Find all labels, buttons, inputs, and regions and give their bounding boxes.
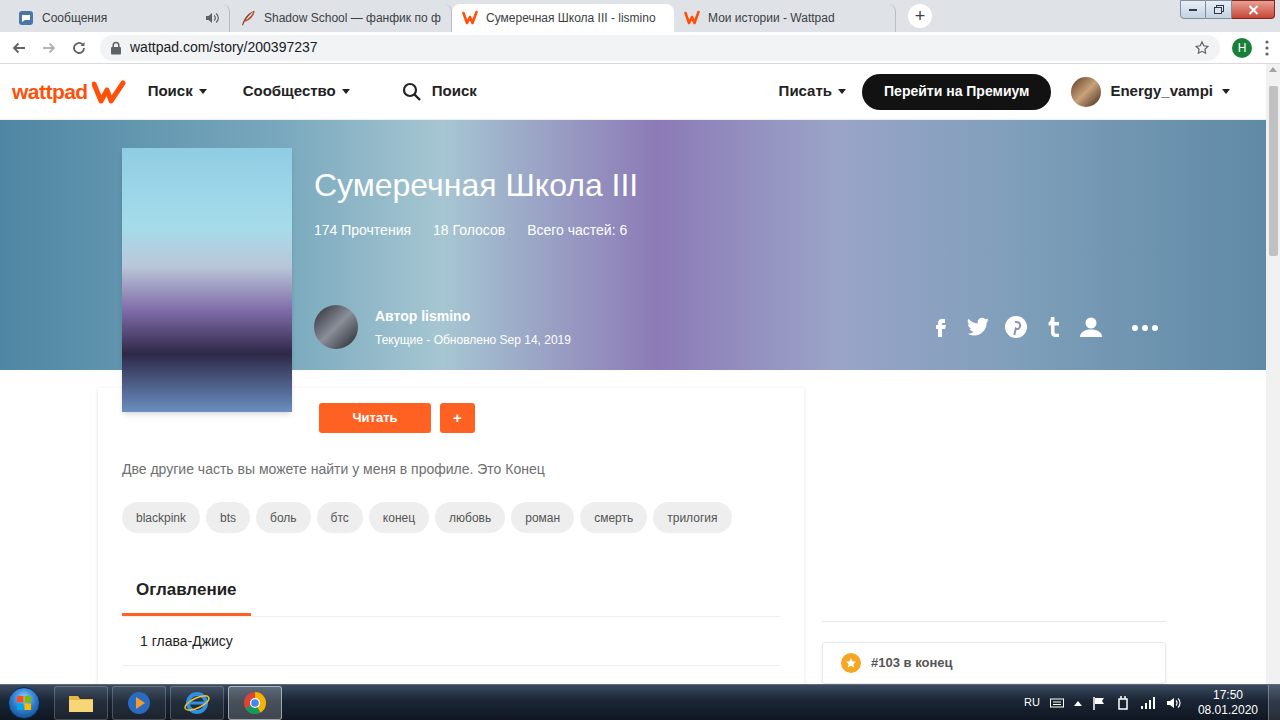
browser-tab[interactable]: Сумеречная Школа III - lismino bbox=[452, 4, 674, 32]
forward-icon[interactable] bbox=[40, 39, 58, 57]
story-tag[interactable]: боль bbox=[256, 502, 311, 533]
ranking-text: #103 в конец bbox=[871, 653, 953, 673]
windows-logo-icon bbox=[16, 695, 32, 711]
scroll-up-icon[interactable] bbox=[1269, 66, 1277, 72]
maximize-icon[interactable] bbox=[1206, 0, 1232, 19]
write-menu[interactable]: Писать bbox=[779, 80, 846, 103]
add-to-list-button[interactable]: + bbox=[440, 403, 475, 433]
premium-button[interactable]: Перейти на Премиум bbox=[862, 74, 1051, 110]
minimize-icon[interactable] bbox=[1180, 0, 1206, 19]
tumblr-icon[interactable] bbox=[1042, 315, 1064, 339]
story-stat: 174 Прочтения bbox=[314, 220, 411, 241]
reload-icon[interactable] bbox=[70, 39, 88, 57]
profile-avatar[interactable]: H bbox=[1232, 38, 1252, 58]
close-icon[interactable] bbox=[1232, 0, 1275, 19]
story-tag[interactable]: трилогия bbox=[653, 502, 731, 533]
scrollbar[interactable] bbox=[1266, 64, 1280, 684]
story-tag[interactable]: конец bbox=[369, 502, 429, 533]
story-updated: Текущие - Обновлено Sep 14, 2019 bbox=[375, 331, 571, 349]
site-header: wattpad Поиск Сообщество Поиск Писать Пер… bbox=[0, 64, 1266, 120]
user-menu[interactable]: Energy_vampi bbox=[1071, 77, 1230, 107]
tray-arrow-icon[interactable] bbox=[1074, 700, 1082, 706]
media-player-button[interactable] bbox=[112, 686, 166, 720]
window-controls bbox=[1180, 0, 1280, 32]
author-name[interactable]: Автор lismino bbox=[375, 306, 571, 327]
story-stat: 18 Голосов bbox=[433, 220, 505, 241]
wattpad-favicon-icon bbox=[462, 10, 478, 26]
story-description: Две другие часть вы можете найти у меня … bbox=[122, 459, 780, 480]
story-tag[interactable]: bts bbox=[206, 502, 250, 533]
nav-menu[interactable]: Поиск bbox=[148, 80, 207, 103]
story-title: Сумеречная Школа III bbox=[314, 166, 1160, 204]
volume-icon[interactable] bbox=[1166, 696, 1182, 710]
story-banner: Сумеречная Школа III 174 Прочтения 18 Гол… bbox=[0, 120, 1266, 370]
search-icon bbox=[402, 82, 422, 102]
bookmark-star-icon[interactable] bbox=[1194, 40, 1210, 56]
user-icon[interactable] bbox=[1078, 315, 1104, 339]
url-text: wattpad.com/story/200397237 bbox=[130, 37, 318, 58]
caret-icon bbox=[1222, 89, 1230, 94]
power-icon[interactable] bbox=[1116, 696, 1130, 710]
search-field[interactable]: Поиск bbox=[402, 80, 477, 103]
ficbook-favicon-icon bbox=[240, 10, 256, 26]
system-tray: RU 17:50 08.01.2020 bbox=[1024, 688, 1268, 718]
story-stat: Всего частей: 6 bbox=[527, 220, 627, 241]
wattpad-favicon-icon bbox=[684, 10, 700, 26]
story-tag[interactable]: blackpink bbox=[122, 502, 200, 533]
explorer-button[interactable] bbox=[54, 686, 108, 720]
media-player-icon bbox=[126, 690, 152, 716]
start-button[interactable] bbox=[8, 687, 40, 719]
read-button[interactable]: Читать bbox=[319, 403, 431, 433]
messages-favicon-icon bbox=[18, 10, 34, 26]
internet-explorer-icon bbox=[183, 690, 211, 716]
taskbar: RU 17:50 08.01.2020 bbox=[0, 684, 1280, 720]
show-desktop-button[interactable] bbox=[1268, 685, 1280, 720]
share-bar bbox=[928, 315, 1160, 339]
caret-icon bbox=[342, 89, 350, 94]
ranking-card[interactable]: #103 в конец bbox=[822, 642, 1166, 684]
story-card: Читать + Две другие часть вы можете найт… bbox=[98, 388, 804, 684]
story-tag[interactable]: смерть bbox=[580, 502, 647, 533]
toolbar: wattpad.com/story/200397237 H bbox=[0, 32, 1280, 64]
language-indicator[interactable]: RU bbox=[1024, 694, 1040, 711]
menu-dots-icon[interactable] bbox=[1264, 39, 1270, 57]
omnibox[interactable]: wattpad.com/story/200397237 bbox=[100, 35, 1220, 61]
new-tab-button[interactable]: + bbox=[908, 4, 932, 28]
ie-button[interactable] bbox=[170, 686, 224, 720]
back-icon[interactable] bbox=[10, 39, 28, 57]
more-dots-icon[interactable] bbox=[1130, 315, 1160, 339]
browser-tab[interactable]: Сообщения bbox=[8, 4, 230, 32]
chapter-row[interactable]: 1 глава-Джису bbox=[122, 617, 780, 666]
story-tag[interactable]: бтс bbox=[317, 502, 363, 533]
chrome-icon bbox=[242, 690, 268, 716]
nav-menu[interactable]: Сообщество bbox=[243, 80, 350, 103]
action-center-flag-icon[interactable] bbox=[1092, 696, 1106, 710]
lock-icon bbox=[110, 41, 122, 55]
story-tag[interactable]: роман bbox=[511, 502, 574, 533]
wattpad-logo[interactable]: wattpad bbox=[12, 76, 126, 108]
browser-tab[interactable]: Shadow School — фанфик по ф bbox=[230, 4, 452, 32]
author-avatar[interactable] bbox=[314, 305, 358, 349]
chrome-button[interactable] bbox=[228, 686, 282, 720]
user-avatar bbox=[1071, 77, 1101, 107]
ad-slot bbox=[822, 388, 1166, 622]
speaker-icon[interactable] bbox=[205, 12, 219, 24]
network-signal-icon[interactable] bbox=[1140, 696, 1156, 710]
clock[interactable]: 17:50 08.01.2020 bbox=[1198, 688, 1258, 718]
caret-icon bbox=[838, 89, 846, 94]
pinterest-icon[interactable] bbox=[1004, 315, 1028, 339]
scroll-thumb[interactable] bbox=[1269, 86, 1278, 256]
wattpad-w-icon bbox=[92, 80, 126, 104]
twitter-icon[interactable] bbox=[966, 315, 990, 339]
star-badge-icon bbox=[841, 653, 861, 673]
tab-strip: СообщенияShadow School — фанфик по фСуме… bbox=[0, 0, 1280, 32]
toc-heading: Оглавление bbox=[122, 577, 251, 616]
facebook-icon[interactable] bbox=[928, 315, 952, 339]
story-cover bbox=[122, 148, 292, 412]
story-tag[interactable]: любовь bbox=[435, 502, 505, 533]
folder-icon bbox=[67, 691, 95, 715]
browser-tab[interactable]: Мои истории - Wattpad bbox=[674, 4, 896, 32]
keyboard-icon[interactable] bbox=[1050, 697, 1064, 709]
caret-icon bbox=[199, 89, 207, 94]
